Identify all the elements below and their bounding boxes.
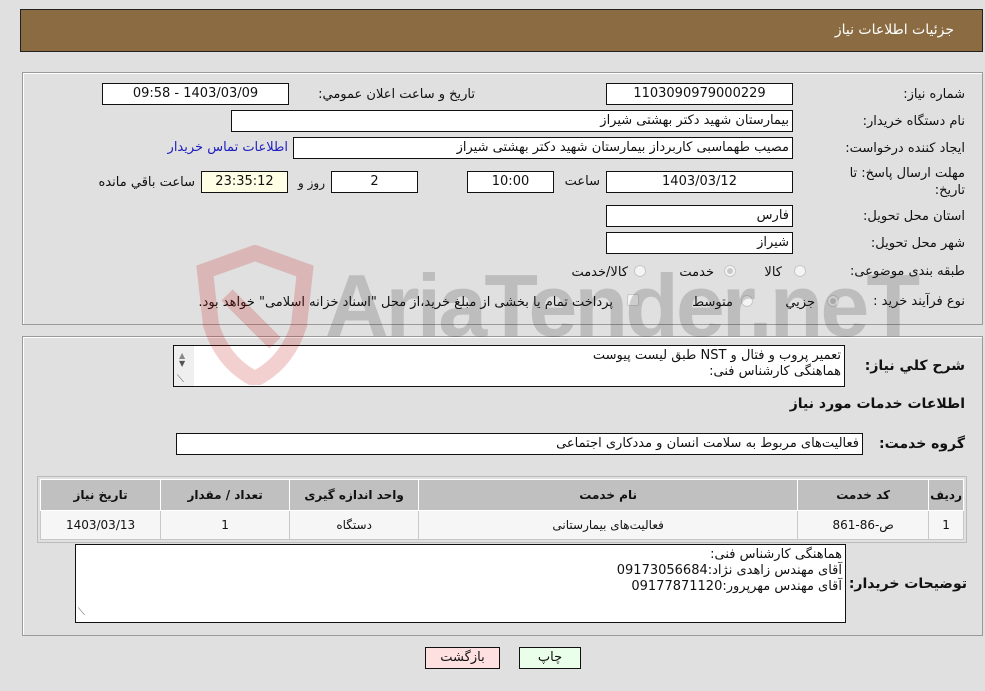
table-header-row: رديف كد خدمت نام خدمت واحد اندازه گيری ت… [39,479,964,511]
buyer-org-field[interactable]: بيمارستان شهيد دكتر بهشتی شيراز [231,110,793,132]
buyer-notes-label: توضيحات خريدار: [848,576,967,592]
announce-field[interactable]: 1403/03/09 - 09:58 [102,83,289,105]
cell-code: ص-86-861 [797,510,930,540]
resize-handle-icon[interactable]: ⟋ [78,605,85,621]
province-field[interactable]: فارس [606,205,793,227]
days-label: روز و [298,176,325,190]
summary-textarea[interactable]: ▲ ▼ ⟋ تعمير پروب و فتال و NST طبق ليست پ… [173,345,845,387]
services-table: رديف كد خدمت نام خدمت واحد اندازه گيری ت… [39,479,964,540]
deadline-label: مهلت ارسال پاسخ: تا [849,166,965,181]
cell-name: فعاليت‌های بيمارستانی [418,510,799,540]
buyer-notes-textarea[interactable]: هماهنگی كارشناس فنی: آقای مهندس زاهدی نژ… [75,544,846,623]
page-title: جزئيات اطلاعات نياز [834,22,954,38]
col-row: رديف [928,479,964,511]
deadline-date-field[interactable]: 1403/03/12 [606,171,793,193]
city-field[interactable]: شيراز [606,232,793,254]
back-button[interactable]: بازگشت [425,647,500,669]
summary-line-2: هماهنگی كارشناس فنی: [709,364,841,379]
requester-field[interactable]: مصيب طهماسبی كاربرداز بيمارستان شهيد دكت… [293,137,793,159]
category-label: طبقه بندی موضوعی: [849,264,965,279]
service-group-label: گروه خدمت: [879,436,965,452]
city-label: شهر محل تحويل: [870,236,965,251]
days-field[interactable]: 2 [331,171,418,193]
process-label-medium: متوسط [692,295,733,310]
category-radio-service[interactable] [724,265,736,277]
remaining-label: ساعت باقي مانده [98,175,195,190]
buyer-org-label: نام دستگاه خريدار: [862,114,965,129]
print-button[interactable]: چاپ [519,647,581,669]
service-group-field[interactable]: فعاليت‌های مربوط به سلامت انسان و مددكار… [176,433,863,455]
cell-date: 1403/03/13 [39,510,162,540]
summary-label: شرح كلي نياز: [864,358,965,374]
category-label-service: خدمت [679,265,714,280]
deadline-label-2: تاريخ: [934,183,965,198]
process-label: نوع فرآيند خريد : [873,294,965,309]
process-radio-minor[interactable] [827,295,839,307]
col-qty: تعداد / مقدار [160,479,291,511]
process-radio-medium[interactable] [741,295,753,307]
col-unit: واحد اندازه گيری [289,479,420,511]
cell-qty: 1 [160,510,291,540]
col-date: تاريخ نياز [39,479,162,511]
contact-info-link[interactable]: اطلاعات تماس خريدار [168,140,288,155]
cell-row: 1 [928,510,964,540]
scroll-down-icon[interactable]: ▼ [179,356,185,372]
category-radio-goods-service[interactable] [634,265,646,277]
need-number-label: شماره نياز: [903,87,965,102]
textarea-scrollbar[interactable]: ▲ ▼ ⟋ [174,346,194,386]
requester-label: ايجاد كننده درخواست: [845,141,965,156]
buyer-notes-line-3: آقای مهندس مهرپرور:09177871120 [631,579,842,594]
buyer-notes-line-2: آقای مهندس زاهدی نژاد:09173056684 [616,563,842,578]
province-label: استان محل تحويل: [863,209,965,224]
page-header: جزئيات اطلاعات نياز [20,9,983,52]
need-number-field[interactable]: 1103090979000229 [606,83,793,105]
treasury-checkbox[interactable] [627,294,639,306]
resize-handle-icon[interactable]: ⟋ [177,372,184,386]
category-radio-goods[interactable] [794,265,806,277]
announce-label: تاريخ و ساعت اعلان عمومي: [318,87,475,102]
cell-unit: دستگاه [289,510,420,540]
deadline-time-field[interactable]: 10:00 [467,171,554,193]
deadline-time-label: ساعت [564,174,600,189]
col-name: نام خدمت [418,479,799,511]
col-code: كد خدمت [797,479,930,511]
buyer-notes-line-1: هماهنگی كارشناس فنی: [710,547,842,562]
treasury-note: پرداخت تمام يا بخشی از مبلغ خريد،از محل … [198,295,613,310]
services-heading: اطلاعات خدمات مورد نياز [789,396,965,412]
services-table-wrap: رديف كد خدمت نام خدمت واحد اندازه گيری ت… [37,476,967,543]
table-row: 1 ص-86-861 فعاليت‌های بيمارستانی دستگاه … [39,510,964,540]
category-label-goods-service: كالا/خدمت [571,265,628,280]
category-label-goods: كالا [764,265,782,280]
summary-line-1: تعمير پروب و فتال و NST طبق ليست پيوست [592,348,841,363]
process-label-minor: جزيي [785,295,815,310]
remaining-time-field: 23:35:12 [201,171,288,193]
